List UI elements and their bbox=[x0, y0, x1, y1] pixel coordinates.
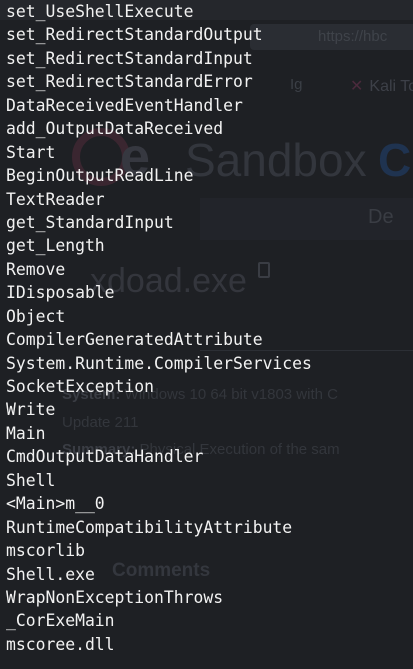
string-item: DataReceivedEventHandler bbox=[6, 95, 243, 115]
string-item: IDisposable bbox=[6, 283, 115, 303]
string-item: Remove bbox=[6, 259, 66, 279]
string-item: get_Length bbox=[6, 236, 105, 256]
string-item: WrapNonExceptionThrows bbox=[6, 587, 224, 607]
string-item: SocketException bbox=[6, 377, 155, 396]
address-bar-url: https://hbc bbox=[318, 28, 388, 45]
site-nav-item[interactable]: De bbox=[368, 206, 394, 229]
string-item: CmdOutputDataHandler bbox=[6, 447, 204, 467]
string-item: CompilerGeneratedAttribute bbox=[6, 330, 263, 350]
string-item: mscoree.dll bbox=[6, 634, 115, 654]
bookmark-kali-label: Kali To bbox=[369, 78, 413, 95]
kali-icon: ✕ bbox=[350, 78, 364, 95]
string-item: Shell bbox=[6, 470, 56, 490]
string-item: get_StandardInput bbox=[6, 212, 174, 232]
string-item: add_OutputDataReceived bbox=[6, 119, 224, 139]
string-item: _CorExeMain bbox=[6, 611, 115, 631]
string-item: Main bbox=[6, 423, 46, 443]
string-item: Start bbox=[6, 142, 56, 162]
string-item: set_RedirectStandardInput bbox=[6, 48, 253, 68]
string-item: Object bbox=[6, 306, 66, 326]
site-logo-suffix: C bbox=[378, 134, 412, 186]
string-item: set_RedirectStandardError bbox=[6, 72, 253, 92]
string-item: BeginOutputReadLine bbox=[6, 166, 194, 186]
string-item: set_UseShellExecute bbox=[6, 2, 194, 21]
string-item: Write bbox=[6, 400, 56, 420]
string-item: RuntimeCompatibilityAttribute bbox=[6, 517, 293, 537]
string-item: Shell.exe bbox=[6, 564, 95, 584]
string-item: mscorlib bbox=[6, 541, 85, 561]
strings-list: set_UseShellExecute set_RedirectStandard… bbox=[6, 0, 312, 656]
screenshot-stage: https://hbc Ig ✕ Kali To e Sandbox C De x… bbox=[0, 0, 413, 669]
string-item: <Main>m__0 bbox=[6, 494, 105, 514]
string-item: System.Runtime.CompilerServices bbox=[6, 353, 312, 373]
bookmark-kali-tools[interactable]: ✕ Kali To bbox=[350, 76, 413, 96]
string-item: set_RedirectStandardOutput bbox=[6, 25, 263, 45]
string-item: TextReader bbox=[6, 189, 105, 209]
